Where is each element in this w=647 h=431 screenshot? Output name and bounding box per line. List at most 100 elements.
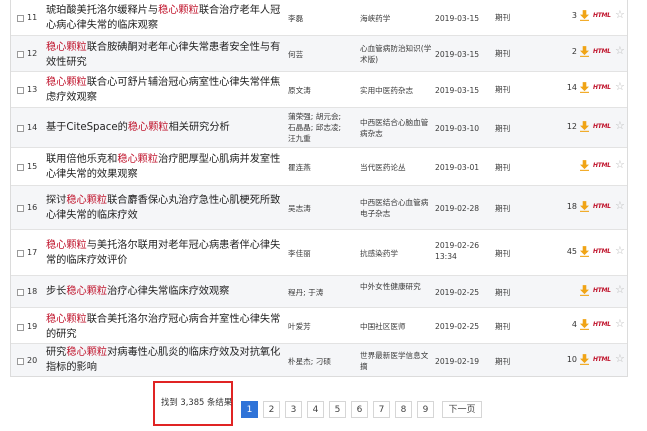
database-label: 期刊: [495, 49, 511, 58]
author-link[interactable]: 程丹; 于涛: [288, 287, 346, 298]
html-read-link[interactable]: HTML: [593, 123, 611, 130]
star-icon[interactable]: ☆: [615, 353, 625, 365]
row-number: 15: [27, 162, 38, 171]
source-link[interactable]: 中外女性健康研究: [360, 281, 432, 292]
page-button-8[interactable]: 8: [395, 401, 412, 418]
author-link[interactable]: 瞿连燕: [288, 162, 346, 173]
row-checkbox[interactable]: [17, 15, 24, 22]
table-row: 17 稳心颗粒与美托洛尔联用对老年冠心病患者伴心律失常的临床疗效评价 李佳丽 抗…: [11, 230, 627, 276]
html-read-link[interactable]: HTML: [593, 203, 611, 210]
source-link[interactable]: 海峡药学: [360, 13, 432, 24]
star-icon[interactable]: ☆: [615, 200, 625, 212]
title-keyword: 稳心颗粒: [46, 77, 87, 88]
page-button-7[interactable]: 7: [373, 401, 390, 418]
star-icon[interactable]: ☆: [615, 81, 625, 93]
row-checkbox[interactable]: [17, 358, 24, 365]
page-button-9[interactable]: 9: [417, 401, 434, 418]
database-label: 期刊: [495, 13, 511, 22]
article-title-link[interactable]: 稳心颗粒联合心可舒片辅治冠心病室性心律失常伴焦虑疗效观察: [46, 75, 286, 105]
page-button-5[interactable]: 5: [329, 401, 346, 418]
download-count: 12: [566, 122, 577, 131]
download-icon[interactable]: [580, 160, 589, 171]
article-title-link[interactable]: 稳心颗粒联合美托洛尔治疗冠心病合并室性心律失常的研究: [46, 312, 286, 342]
download-icon[interactable]: [580, 246, 589, 257]
title-text: 基于CiteSpace的: [46, 122, 128, 133]
title-text: 琥珀酸美托洛尔缓释片与: [46, 5, 159, 16]
download-icon[interactable]: [580, 82, 589, 93]
table-row: 12 稳心颗粒联合胺碘酮对老年心律失常患者安全性与有效性研究 何芸 心血管病防治…: [11, 36, 627, 72]
html-read-link[interactable]: HTML: [593, 84, 611, 91]
star-icon[interactable]: ☆: [615, 245, 625, 257]
html-read-link[interactable]: HTML: [593, 356, 611, 363]
star-icon[interactable]: ☆: [615, 120, 625, 132]
source-link[interactable]: 中西医结合心脑血管病杂志: [360, 117, 432, 139]
author-link[interactable]: 叶爱芳: [288, 321, 346, 332]
article-title-link[interactable]: 琥珀酸美托洛尔缓释片与稳心颗粒联合治疗老年人冠心病心律失常的临床观察: [46, 3, 286, 33]
html-read-link[interactable]: HTML: [593, 248, 611, 255]
source-link[interactable]: 当代医药论丛: [360, 162, 432, 173]
star-icon[interactable]: ☆: [615, 45, 625, 57]
source-link[interactable]: 中西医结合心血管病电子杂志: [360, 197, 432, 219]
author-link[interactable]: 李佳丽: [288, 248, 346, 259]
table-row: 20 研究稳心颗粒对病毒性心肌炎的临床疗效及对抗氧化指标的影响 朴星杰; 刁硕 …: [11, 344, 627, 376]
download-icon[interactable]: [580, 201, 589, 212]
source-link[interactable]: 抗感染药学: [360, 248, 432, 259]
star-icon[interactable]: ☆: [615, 9, 625, 21]
publish-date: 2019-03-15: [435, 14, 480, 23]
title-keyword: 稳心颗粒: [127, 122, 169, 133]
table-row: 15 联用倍他乐克和稳心颗粒治疗肥厚型心肌病并发室性心律失常的效果观察 瞿连燕 …: [11, 148, 627, 186]
page-button-4[interactable]: 4: [307, 401, 324, 418]
article-title-link[interactable]: 稳心颗粒与美托洛尔联用对老年冠心病患者伴心律失常的临床疗效评价: [46, 238, 286, 268]
row-checkbox[interactable]: [17, 51, 24, 58]
html-read-link[interactable]: HTML: [593, 162, 611, 169]
page-button-3[interactable]: 3: [285, 401, 302, 418]
article-title-link[interactable]: 步长稳心颗粒治疗心律失常临床疗效观察: [46, 284, 286, 299]
page-button-1[interactable]: 1: [241, 401, 258, 418]
source-link[interactable]: 世界最新医学信息文摘: [360, 350, 432, 372]
row-number: 12: [27, 49, 38, 58]
star-icon[interactable]: ☆: [615, 318, 625, 330]
author-link[interactable]: 吴志涛: [288, 203, 346, 214]
source-link[interactable]: 中国社区医师: [360, 321, 432, 332]
article-title-link[interactable]: 稳心颗粒联合胺碘酮对老年心律失常患者安全性与有效性研究: [46, 40, 286, 70]
title-keyword: 稳心颗粒: [117, 154, 159, 165]
page-button-2[interactable]: 2: [263, 401, 280, 418]
html-read-link[interactable]: HTML: [593, 12, 611, 19]
next-page-button[interactable]: 下一页: [442, 401, 482, 418]
row-checkbox[interactable]: [17, 289, 24, 296]
row-checkbox[interactable]: [17, 164, 24, 171]
row-checkbox[interactable]: [17, 205, 24, 212]
download-icon[interactable]: [580, 285, 589, 296]
title-keyword: 稳心颗粒: [46, 314, 87, 325]
page-button-6[interactable]: 6: [351, 401, 368, 418]
author-link[interactable]: 何芸: [288, 49, 346, 60]
download-icon[interactable]: [580, 319, 589, 330]
row-checkbox[interactable]: [17, 250, 24, 257]
title-text: 治疗心律失常临床疗效观察: [107, 286, 230, 297]
row-checkbox[interactable]: [17, 324, 24, 331]
star-icon[interactable]: ☆: [615, 284, 625, 296]
author-link[interactable]: 李磊: [288, 13, 346, 24]
download-icon[interactable]: [580, 10, 589, 21]
article-title-link[interactable]: 研究稳心颗粒对病毒性心肌炎的临床疗效及对抗氧化指标的影响: [46, 345, 286, 375]
article-title-link[interactable]: 基于CiteSpace的稳心颗粒相关研究分析: [46, 120, 286, 135]
download-icon[interactable]: [580, 354, 589, 365]
publish-date: 2019-03-15: [435, 86, 480, 95]
download-count: 3: [571, 11, 577, 20]
html-read-link[interactable]: HTML: [593, 321, 611, 328]
star-icon[interactable]: ☆: [615, 159, 625, 171]
source-link[interactable]: 心血管病防治知识(学术版): [360, 43, 432, 65]
article-title-link[interactable]: 联用倍他乐克和稳心颗粒治疗肥厚型心肌病并发室性心律失常的效果观察: [46, 152, 286, 182]
database-label: 期刊: [495, 163, 511, 172]
download-icon[interactable]: [580, 46, 589, 57]
article-title-link[interactable]: 探讨稳心颗粒联合麝香保心丸治疗急性心肌梗死所致心律失常的临床疗效: [46, 193, 286, 223]
row-checkbox[interactable]: [17, 125, 24, 132]
author-link[interactable]: 蒲荣强; 胡元会; 石晶晶; 邱志凌; 汪九重: [288, 111, 346, 144]
html-read-link[interactable]: HTML: [593, 48, 611, 55]
row-checkbox[interactable]: [17, 87, 24, 94]
html-read-link[interactable]: HTML: [593, 287, 611, 294]
author-link[interactable]: 原文涛: [288, 85, 346, 96]
download-icon[interactable]: [580, 121, 589, 132]
author-link[interactable]: 朴星杰; 刁硕: [288, 356, 346, 367]
source-link[interactable]: 实用中医药杂志: [360, 85, 432, 96]
